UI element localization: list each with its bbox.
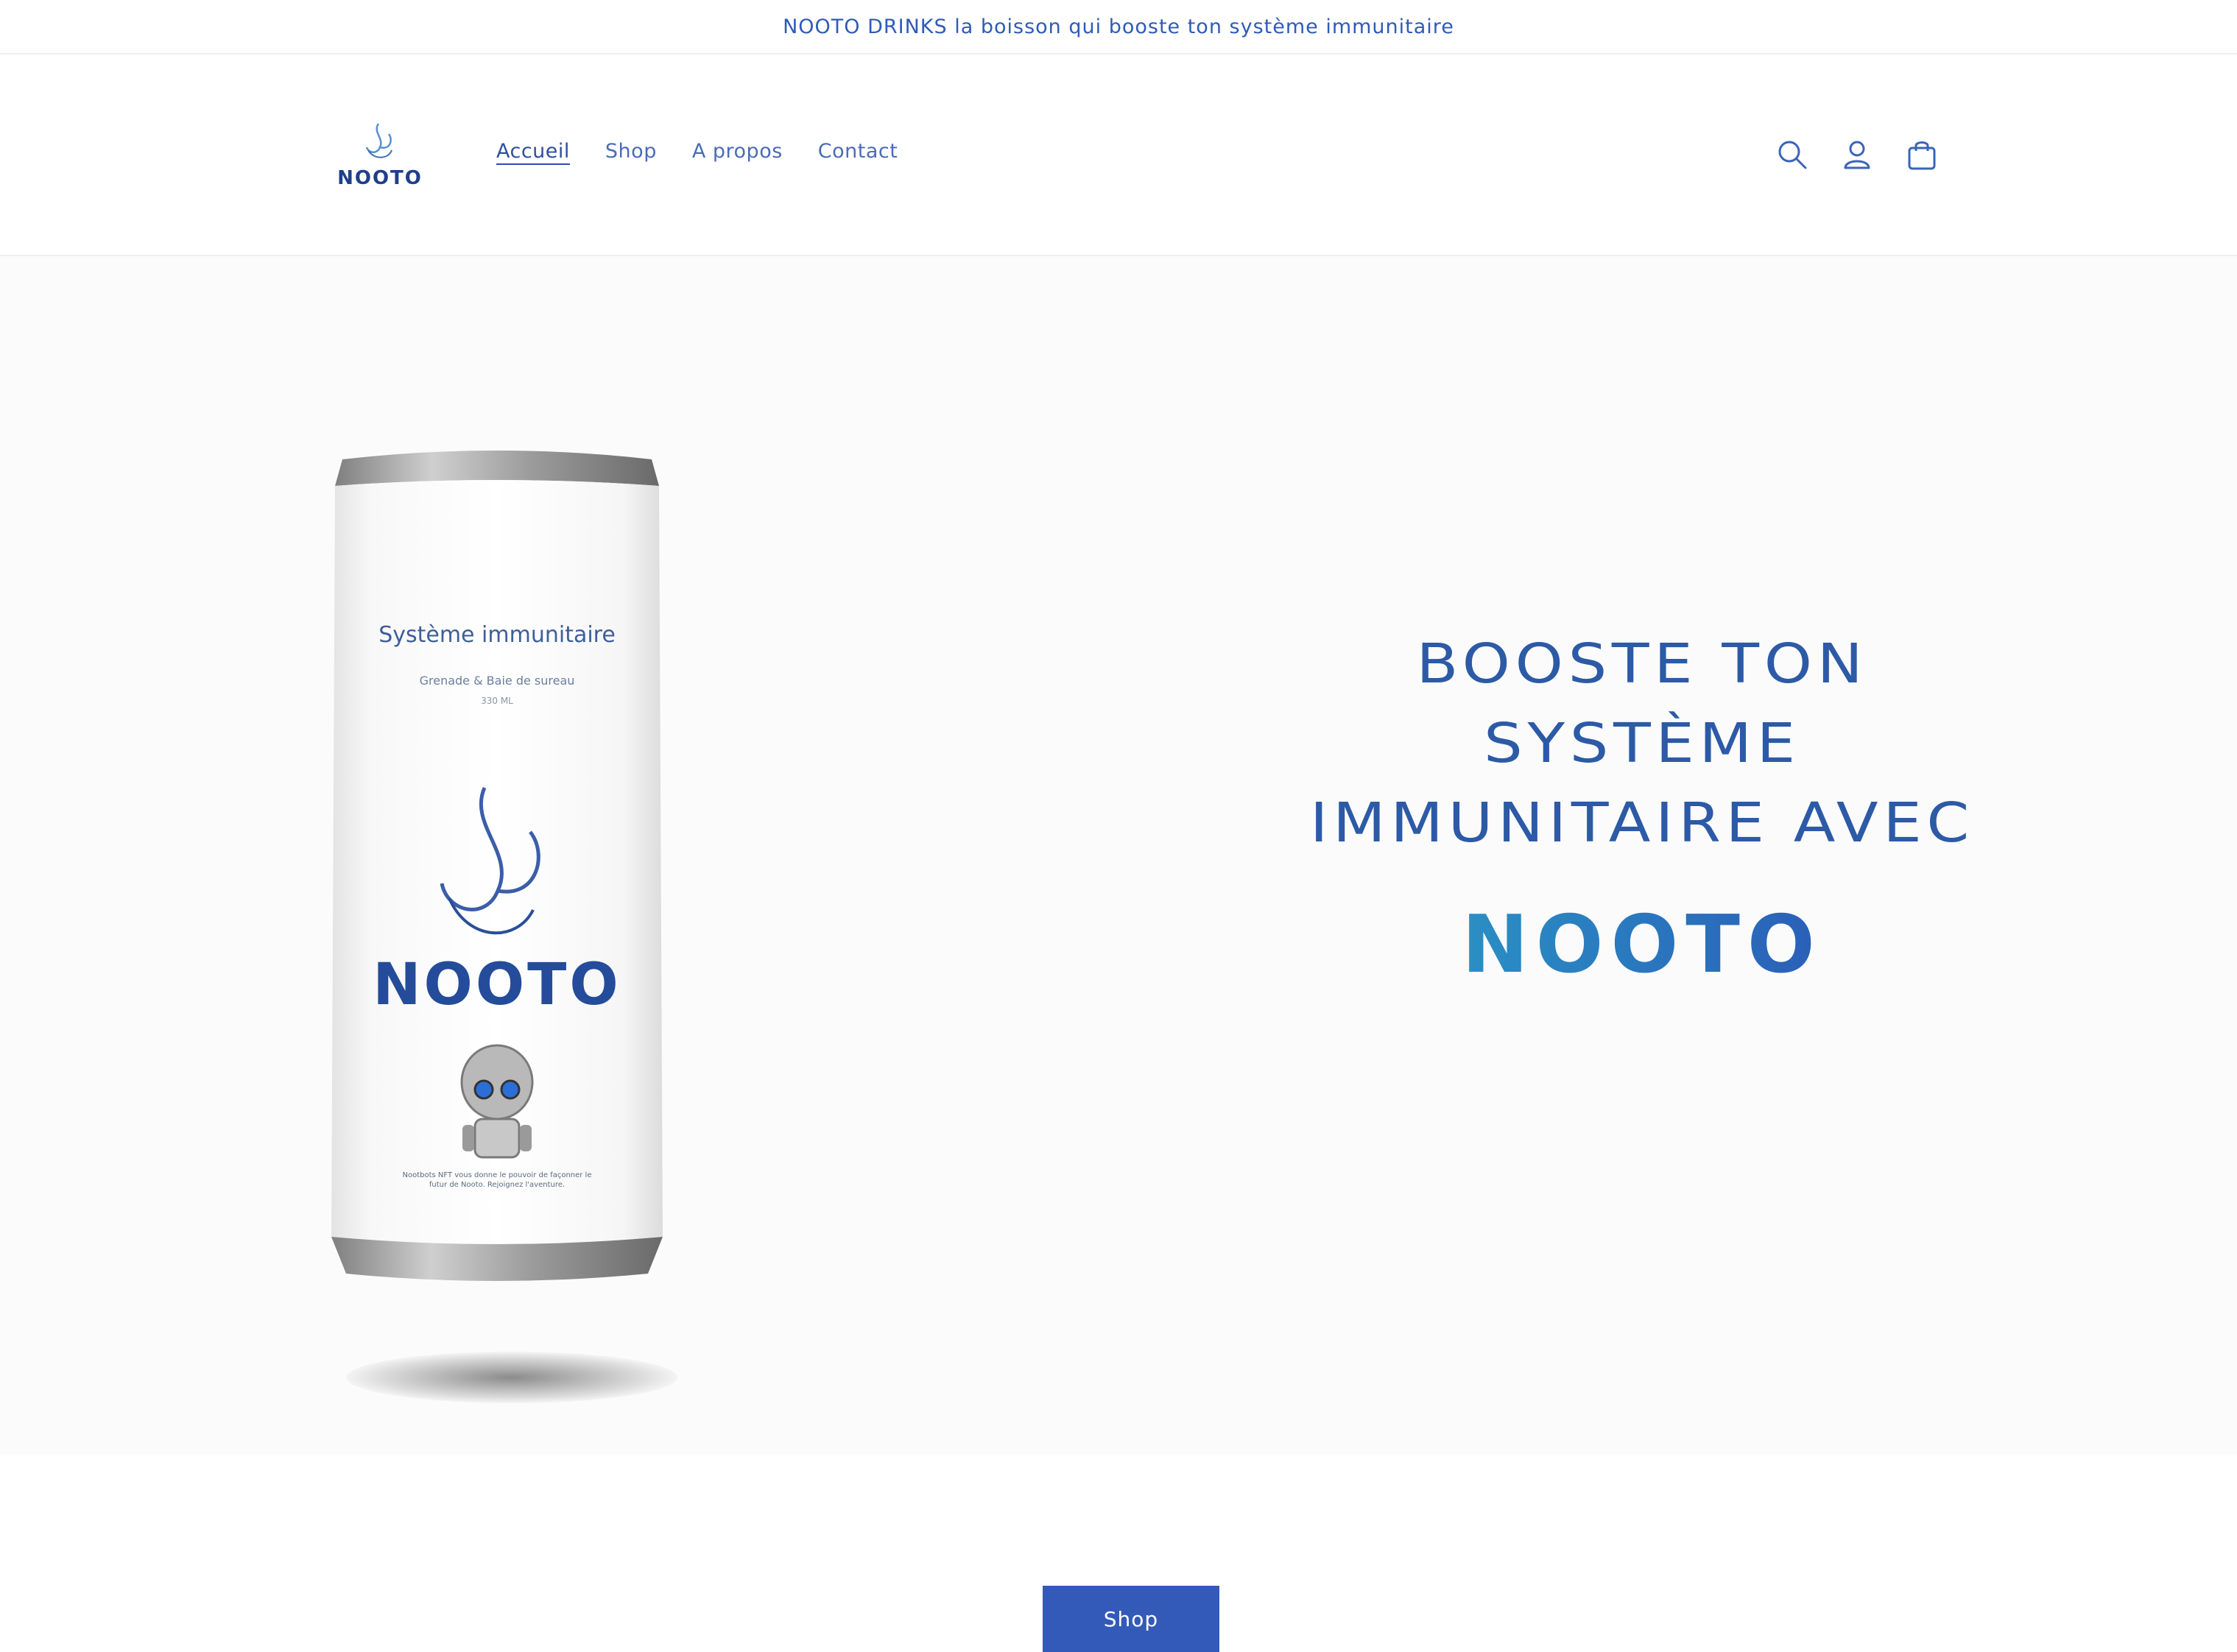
headline-line-1: BOOSTE TON	[1416, 632, 1868, 696]
can-title: Système immunitaire	[378, 622, 616, 648]
robot-mascot-icon	[460, 1044, 534, 1159]
nav-contact[interactable]: Contact	[818, 140, 898, 163]
search-icon[interactable]	[1775, 137, 1810, 172]
hero-brand-text: NOOTO	[1462, 904, 1822, 985]
can-subtitle: Grenade & Baie de sureau	[420, 674, 575, 688]
can-volume: 330 ML	[481, 696, 513, 706]
account-icon[interactable]	[1839, 137, 1875, 172]
nav-accueil[interactable]: Accueil	[496, 140, 570, 163]
cart-icon[interactable]	[1904, 137, 1940, 172]
nav-shop[interactable]: Shop	[605, 140, 657, 163]
shop-button[interactable]: Shop	[1043, 1586, 1219, 1652]
site-header: NOOTO Accueil Shop A propos Contact	[0, 54, 2237, 256]
headline-line-3: IMMUNITAIRE AVEC	[1309, 791, 1975, 855]
header-actions	[1775, 137, 1940, 172]
hero-headline: BOOSTE TON SYSTÈME IMMUNITAIRE AVEC	[1197, 624, 2088, 863]
headline-line-2: SYSTÈME	[1484, 712, 1800, 775]
can-shadow	[346, 1352, 677, 1403]
nav-a-propos[interactable]: A propos	[692, 140, 783, 163]
can-footer-text: Nootbots NFT vous donne le pouvoir de fa…	[402, 1171, 592, 1189]
nooto-logo-icon: NOOTO	[337, 123, 423, 189]
logo-label: NOOTO	[337, 167, 423, 189]
announcement-bar: NOOTO DRINKS la boisson qui booste ton s…	[0, 0, 2237, 54]
announcement-text: NOOTO DRINKS la boisson qui booste ton s…	[783, 15, 1454, 38]
can-brand: NOOTO	[373, 952, 621, 1018]
product-can-image: Système immunitaire Grenade & Baie de su…	[331, 451, 663, 1281]
logo[interactable]: NOOTO	[330, 118, 430, 191]
hero-brand-logo: NOOTO	[1462, 904, 1822, 985]
hero-section: Système immunitaire Grenade & Baie de su…	[0, 256, 2237, 1652]
main-nav: Accueil Shop A propos Contact	[496, 140, 898, 163]
